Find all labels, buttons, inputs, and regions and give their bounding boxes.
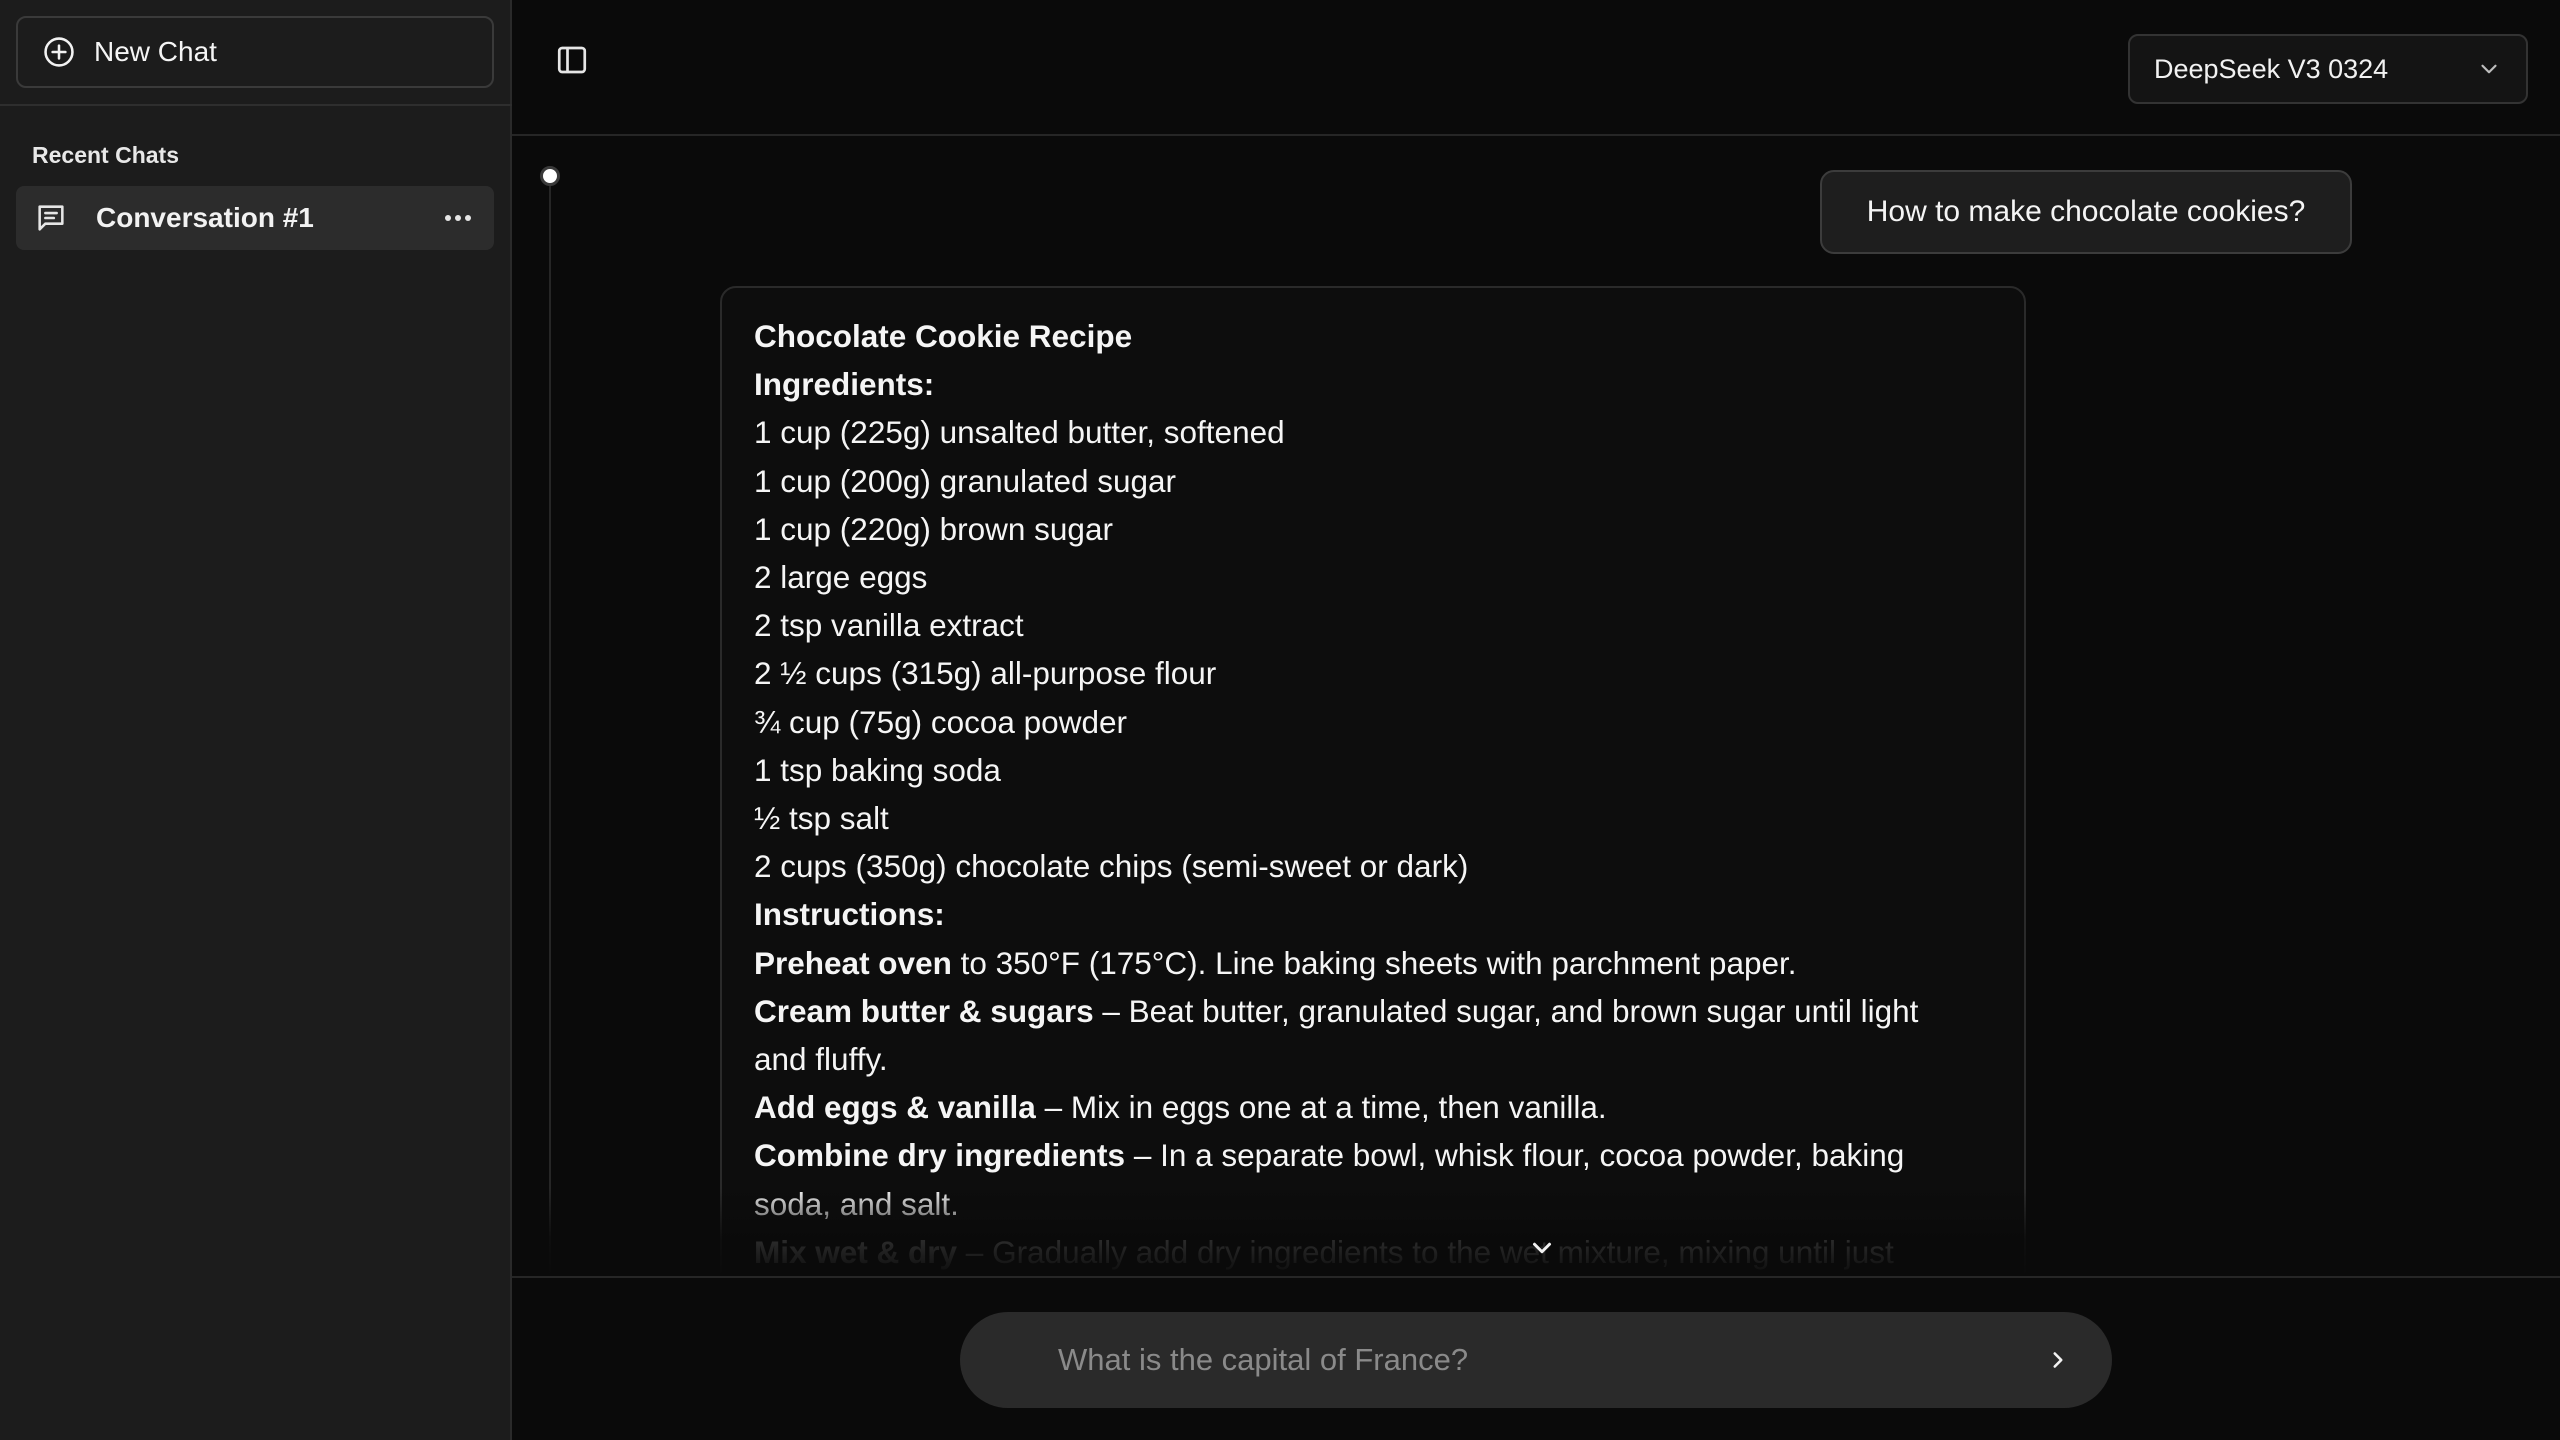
instruction-step: Mix wet & dry – Gradually add dry ingred…	[754, 1233, 1894, 1270]
sidebar: New Chat Recent Chats Conversation #1	[0, 0, 512, 1440]
sidebar-chat-item[interactable]: Conversation #1	[16, 186, 494, 250]
instruction-step: Combine dry ingredients – In a separate …	[754, 1137, 1905, 1174]
timeline-line	[549, 178, 551, 1276]
ingredient-item: 2 cups (350g) chocolate chips (semi-swee…	[754, 848, 1469, 885]
instructions-heading: Instructions:	[754, 896, 945, 933]
assistant-message: Chocolate Cookie Recipe Ingredients: 1 c…	[720, 286, 2026, 1276]
plus-circle-icon	[42, 35, 76, 69]
more-horizontal-icon[interactable]	[438, 198, 478, 238]
recent-chats-heading: Recent Chats	[32, 142, 179, 168]
message-composer	[960, 1312, 2112, 1408]
ingredients-heading: Ingredients:	[754, 366, 935, 403]
new-chat-button[interactable]: New Chat	[16, 16, 494, 88]
ingredient-item: 2 large eggs	[754, 559, 928, 596]
instruction-step-continued: and fluffy.	[754, 1041, 888, 1078]
model-select-value: DeepSeek V3 0324	[2154, 53, 2389, 84]
ingredient-item: ½ tsp salt	[754, 800, 889, 837]
instruction-step: Preheat oven to 350°F (175°C). Line baki…	[754, 944, 1797, 981]
instruction-step: Cream butter & sugars – Beat butter, gra…	[754, 992, 1919, 1029]
ingredient-item: 1 cup (225g) unsalted butter, softened	[754, 414, 1285, 451]
ingredient-item: ¾ cup (75g) cocoa powder	[754, 703, 1127, 740]
ingredient-item: 2 tsp vanilla extract	[754, 607, 1024, 644]
model-select[interactable]: DeepSeek V3 0324	[2128, 34, 2528, 104]
ingredient-item: 2 ½ cups (315g) all-purpose flour	[754, 655, 1217, 692]
instruction-step: Add eggs & vanilla – Mix in eggs one at …	[754, 1089, 1607, 1126]
sidebar-toggle-icon[interactable]	[554, 42, 590, 78]
timeline-dot	[540, 166, 560, 186]
chat-area[interactable]: How to make chocolate cookies? Chocolate…	[512, 138, 2560, 1276]
message-input[interactable]	[1056, 1341, 2028, 1379]
sidebar-divider	[0, 104, 512, 106]
top-bar: DeepSeek V3 0324	[512, 0, 2560, 136]
scroll-down-icon[interactable]	[1520, 1226, 1564, 1270]
send-button[interactable]	[2028, 1330, 2088, 1390]
ingredient-item: 1 cup (200g) granulated sugar	[754, 462, 1177, 499]
user-message: How to make chocolate cookies?	[1820, 170, 2352, 254]
chevron-down-icon	[2476, 56, 2502, 82]
new-chat-label: New Chat	[94, 36, 217, 67]
chat-item-label: Conversation #1	[96, 202, 314, 233]
composer-divider	[512, 1276, 2560, 1278]
recipe-title: Chocolate Cookie Recipe	[754, 318, 1133, 354]
chevron-right-icon	[2045, 1347, 2071, 1373]
instruction-step-continued: soda, and salt.	[754, 1185, 959, 1222]
message-square-icon	[34, 201, 68, 235]
ingredient-item: 1 tsp baking soda	[754, 751, 1001, 788]
app-root: New Chat Recent Chats Conversation #1 De…	[0, 0, 2560, 1440]
ingredient-item: 1 cup (220g) brown sugar	[754, 510, 1113, 547]
